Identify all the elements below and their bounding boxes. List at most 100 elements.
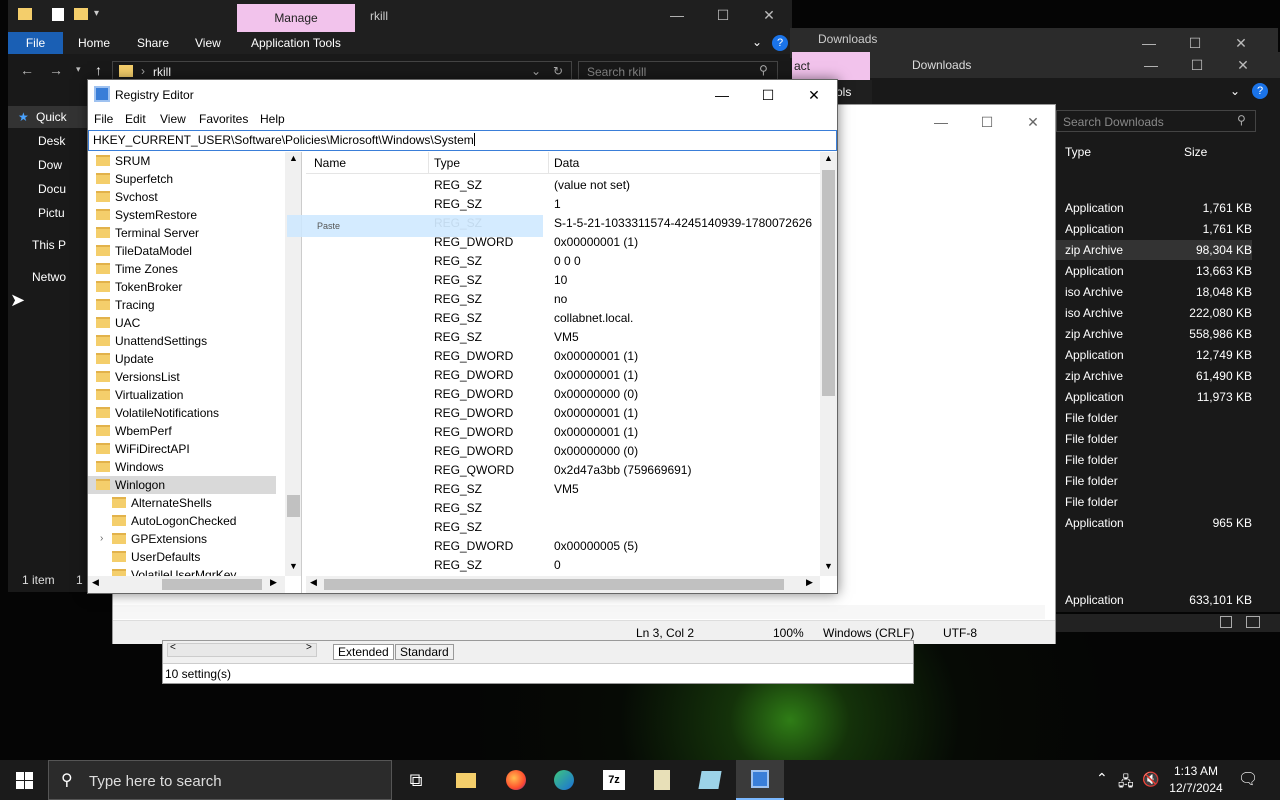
list-item[interactable]: Application 965 KB bbox=[1056, 513, 1252, 533]
policy-editor-icon[interactable] bbox=[686, 760, 734, 800]
list-item[interactable]: File folder bbox=[1056, 408, 1252, 428]
expand-chevron-icon[interactable]: › bbox=[100, 530, 103, 548]
list-item[interactable]: File folder bbox=[1056, 471, 1252, 491]
registry-value-row[interactable]: 011 DisableCADREG_DWORD0x00000001 (1) bbox=[306, 366, 826, 385]
scroll-right-arrow-icon[interactable]: ▶ bbox=[270, 577, 277, 588]
taskbar-clock[interactable]: 1:13 AM 12/7/2024 bbox=[1166, 763, 1226, 797]
nav-documents[interactable]: Docu bbox=[38, 182, 88, 196]
explorer-address-bar[interactable]: › rkill ⌄ ↻ bbox=[112, 61, 572, 81]
column-divider[interactable] bbox=[548, 152, 549, 174]
large-icons-view-icon[interactable] bbox=[1246, 616, 1260, 628]
tree-item[interactable]: Windows bbox=[96, 458, 164, 476]
ribbon-context-tab-partial[interactable]: act bbox=[792, 52, 870, 80]
list-item[interactable]: Application 13,663 KB bbox=[1056, 261, 1252, 281]
tab-extended[interactable]: Extended bbox=[333, 644, 394, 660]
minimize-icon[interactable]: — bbox=[1128, 50, 1174, 80]
tab-application-tools[interactable]: Application Tools bbox=[251, 36, 341, 50]
taskbar-search-box[interactable]: ⚲ Type here to search bbox=[48, 760, 392, 800]
registry-value-row[interactable]: ab PowerdownAfte...REG_SZ0 bbox=[306, 556, 826, 575]
search-icon[interactable]: ⚲ bbox=[759, 63, 768, 77]
registry-value-row[interactable]: 011 DisableLockWor...REG_DWORD0x00000000… bbox=[306, 385, 826, 404]
scroll-left-arrow-icon[interactable]: ◀ bbox=[310, 577, 317, 588]
registry-value-row[interactable]: 011 EnableFirstLogo...REG_DWORD0x0000000… bbox=[306, 404, 826, 423]
registry-value-row[interactable]: ab DefaultUserNameREG_SZVM5 bbox=[306, 328, 826, 347]
list-item[interactable]: Application 12,749 KB bbox=[1056, 345, 1252, 365]
regedit-titlebar[interactable]: Registry Editor — ☐ ✕ bbox=[88, 80, 837, 108]
volume-muted-icon[interactable]: 🔇 bbox=[1142, 771, 1159, 788]
up-arrow-icon[interactable]: ↑ bbox=[95, 62, 102, 78]
nav-pictures[interactable]: Pictu bbox=[38, 206, 88, 220]
list-item[interactable]: zip Archive 558,986 KB bbox=[1056, 324, 1252, 344]
menu-help[interactable]: Help bbox=[260, 110, 285, 128]
scroll-down-arrow-icon[interactable]: ▼ bbox=[824, 561, 833, 571]
registry-value-row[interactable]: 011 ForceUnlockLog...REG_DWORD0x00000000… bbox=[306, 442, 826, 461]
scroll-down-arrow-icon[interactable]: ▼ bbox=[289, 561, 298, 571]
properties-icon[interactable] bbox=[52, 8, 64, 21]
registry-editor-window[interactable]: Registry Editor — ☐ ✕ File Edit View Fav… bbox=[87, 79, 838, 594]
maximize-icon[interactable]: ☐ bbox=[964, 107, 1010, 137]
tree-child-item[interactable]: AutoLogonChecked bbox=[112, 512, 236, 530]
tree-item[interactable]: SRUM bbox=[96, 152, 150, 170]
policy-editor-window[interactable]: < > Extended Standard 10 setting(s) bbox=[162, 640, 914, 684]
close-icon[interactable]: ✕ bbox=[1220, 50, 1266, 80]
menu-view[interactable]: View bbox=[160, 110, 186, 128]
menu-favorites[interactable]: Favorites bbox=[199, 110, 248, 128]
registry-value-row[interactable]: ab BackgroundREG_SZ0 0 0 bbox=[306, 252, 826, 271]
column-header-data[interactable]: Data bbox=[554, 152, 579, 174]
tree-item[interactable]: Svchost bbox=[96, 188, 158, 206]
registry-tree-pane[interactable]: SRUM Superfetch Svchost SystemRestore Termin… bbox=[88, 152, 302, 593]
tree-h-scrollbar[interactable]: ◀ ▶ bbox=[88, 576, 285, 593]
notepad-icon[interactable] bbox=[638, 760, 686, 800]
policy-h-scrollbar[interactable]: < > bbox=[167, 642, 317, 657]
tree-item[interactable]: SystemRestore bbox=[96, 206, 197, 224]
nav-this-pc[interactable]: This P bbox=[32, 238, 88, 252]
minimize-icon[interactable]: — bbox=[918, 107, 964, 137]
list-item[interactable]: iso Archive 222,080 KB bbox=[1056, 303, 1252, 323]
tab-home[interactable]: Home bbox=[78, 36, 110, 50]
nav-network[interactable]: Netwo bbox=[32, 270, 88, 284]
list-item[interactable]: zip Archive 61,490 KB bbox=[1056, 366, 1252, 386]
explorer-titlebar[interactable]: ▾ Manage rkill — ☐ ✕ bbox=[8, 0, 792, 32]
list-item[interactable]: zip Archive 98,304 KB bbox=[1056, 240, 1252, 260]
close-icon[interactable]: ✕ bbox=[791, 80, 837, 110]
dropdown-chevron-icon[interactable]: ⌄ bbox=[531, 64, 541, 78]
registry-value-row[interactable]: ab (Default)REG_SZ(value not set) bbox=[306, 176, 826, 195]
list-item[interactable]: File folder bbox=[1056, 492, 1252, 512]
tree-item[interactable]: Terminal Server bbox=[96, 224, 199, 242]
column-divider[interactable] bbox=[428, 152, 429, 174]
column-header-size[interactable]: Size bbox=[1184, 145, 1207, 159]
list-item[interactable]: Application 1,761 KB bbox=[1056, 198, 1252, 218]
close-icon[interactable]: ✕ bbox=[1010, 107, 1056, 137]
list-item[interactable]: File folder bbox=[1056, 429, 1252, 449]
explorer-search-box[interactable]: Search rkill ⚲ bbox=[578, 61, 778, 81]
tree-item[interactable]: WbemPerf bbox=[96, 422, 172, 440]
column-header-type[interactable]: Type bbox=[1065, 145, 1091, 159]
scroll-thumb[interactable] bbox=[287, 495, 300, 517]
tree-item[interactable]: WiFiDirectAPI bbox=[96, 440, 190, 458]
notepad-h-scrollbar[interactable] bbox=[113, 605, 1045, 619]
registry-path[interactable]: HKEY_CURRENT_USER\Software\Policies\Micr… bbox=[93, 133, 474, 147]
scroll-right-arrow-icon[interactable]: ▶ bbox=[806, 577, 813, 588]
column-header-type[interactable]: Type bbox=[434, 152, 460, 174]
ribbon-context-tab-manage[interactable]: Manage bbox=[237, 4, 355, 32]
scroll-up-arrow-icon[interactable]: ▲ bbox=[289, 153, 298, 163]
close-icon[interactable]: ✕ bbox=[746, 0, 792, 30]
ribbon-expand-chevron-icon[interactable]: ⌄ bbox=[1230, 84, 1240, 98]
quick-access-chevron-icon[interactable]: ▾ bbox=[94, 8, 99, 19]
new-folder-icon[interactable] bbox=[74, 8, 88, 20]
list-item[interactable]: File folder bbox=[1056, 450, 1252, 470]
registry-editor-taskbar-icon[interactable] bbox=[736, 760, 784, 800]
tab-share[interactable]: Share bbox=[137, 36, 169, 50]
tree-item[interactable]: UnattendSettings bbox=[96, 332, 207, 350]
registry-value-row[interactable]: ab DebugServerCo...REG_SZno bbox=[306, 290, 826, 309]
taskbar-search-input[interactable]: Type here to search bbox=[89, 773, 222, 790]
scroll-thumb[interactable] bbox=[324, 579, 784, 590]
tree-child-item[interactable]: › GPExtensions bbox=[100, 530, 207, 548]
registry-value-row[interactable]: ab LegalNoticeCap...REG_SZ bbox=[306, 499, 826, 518]
tree-item[interactable]: Update bbox=[96, 350, 154, 368]
tree-item[interactable]: TokenBroker bbox=[96, 278, 182, 296]
file-explorer-icon[interactable] bbox=[442, 760, 490, 800]
menu-file[interactable]: File bbox=[94, 110, 113, 128]
tree-item[interactable]: Virtualization bbox=[96, 386, 183, 404]
values-h-scrollbar[interactable]: ◀ ▶ bbox=[306, 576, 820, 593]
